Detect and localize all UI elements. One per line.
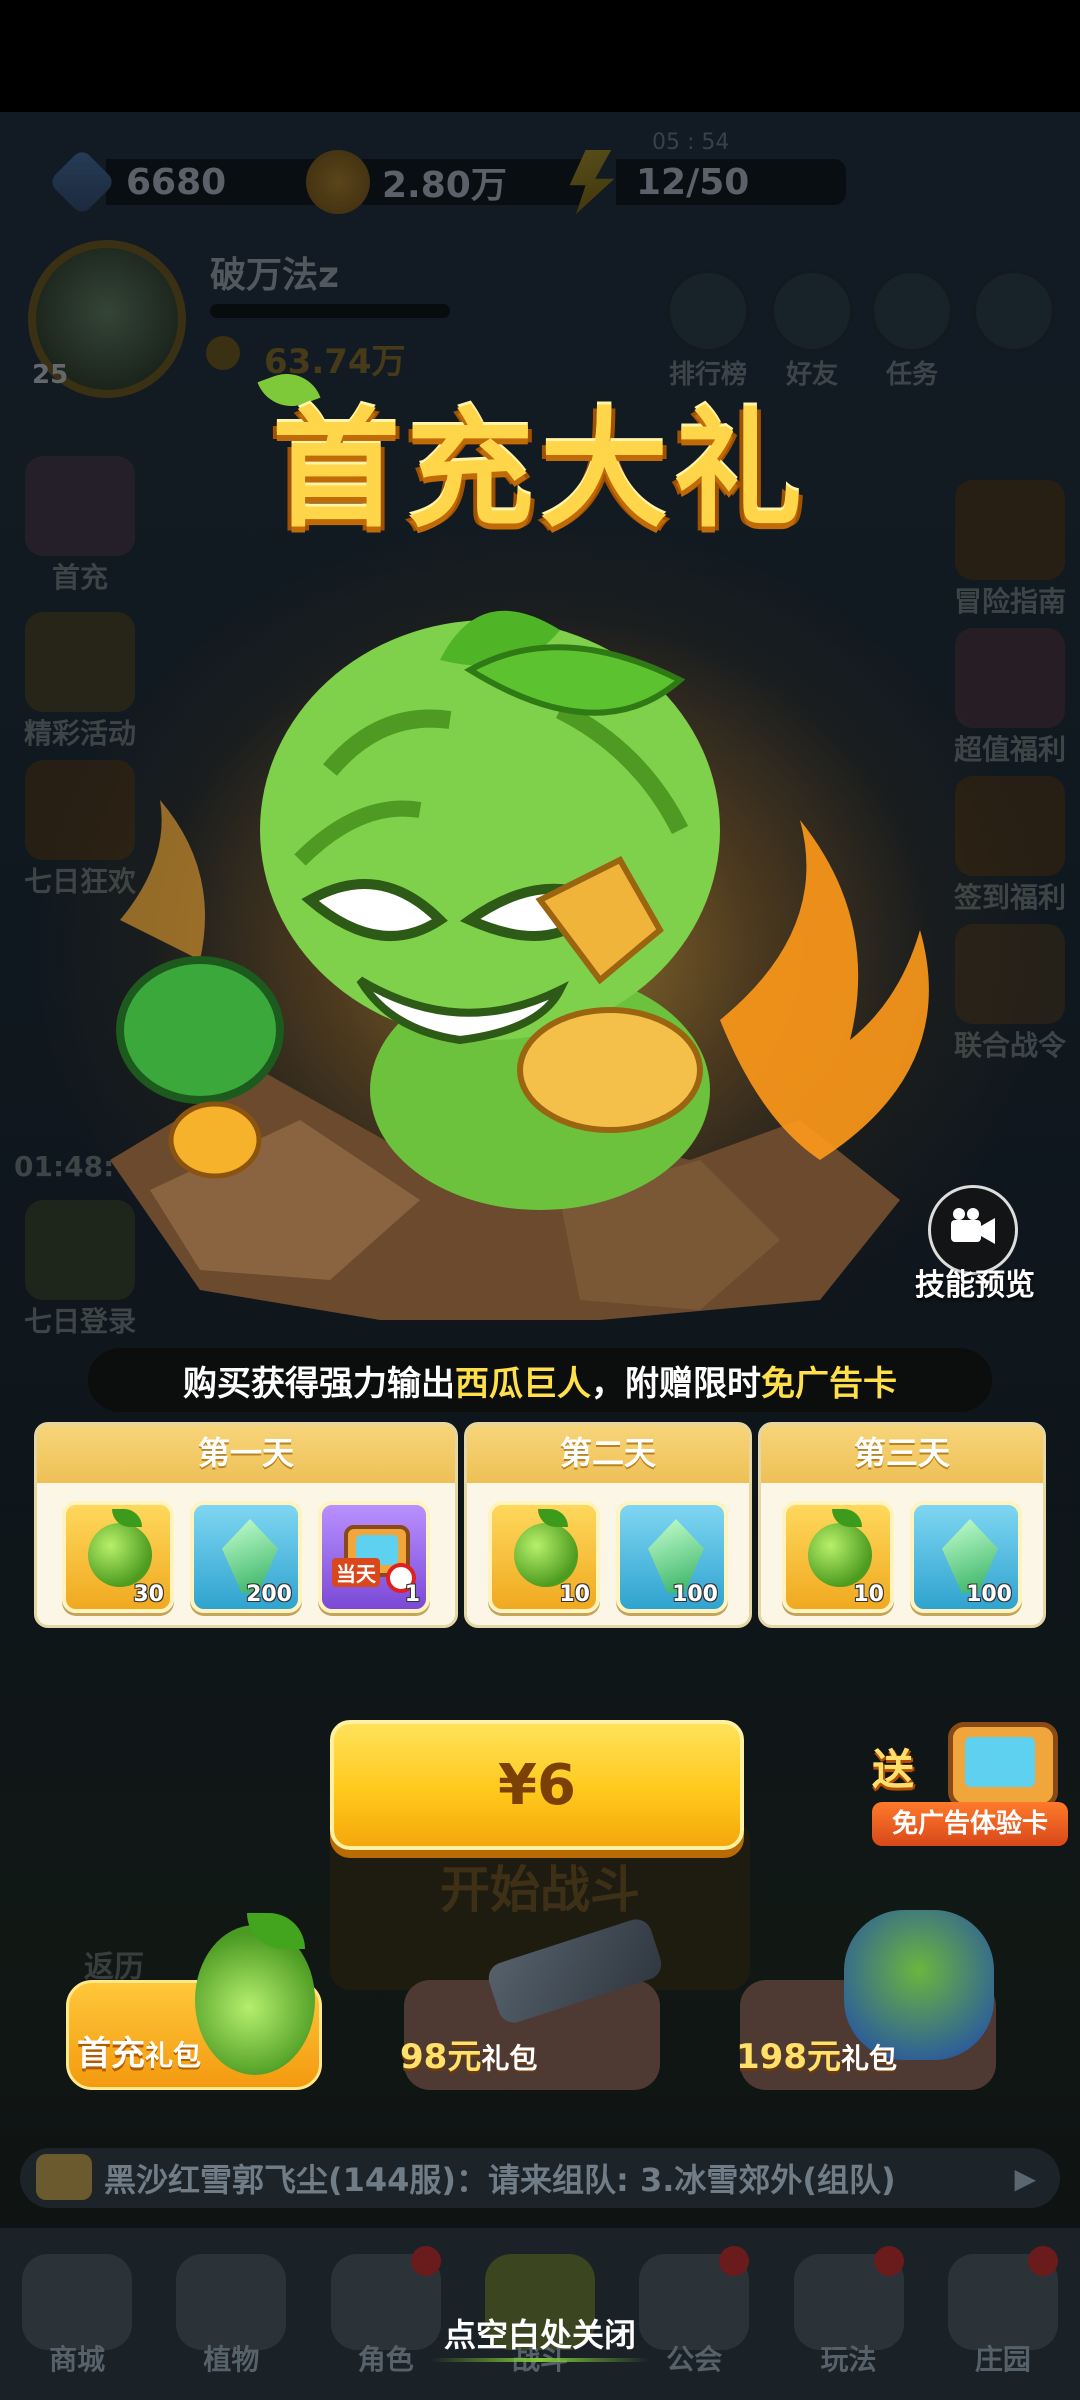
day-label: 第三天 <box>761 1425 1043 1483</box>
day-card-3: 第三天 10 100 <box>758 1422 1046 1628</box>
day-label: 第一天 <box>37 1425 455 1483</box>
skill-preview-label: 技能预览 <box>915 1268 1035 1303</box>
status-bar <box>0 0 1080 112</box>
watermelon-giant-hero-art <box>110 610 929 1320</box>
day-label: 第二天 <box>467 1425 749 1483</box>
reward-hero-shard[interactable]: 10 <box>488 1501 600 1613</box>
pack-98-button[interactable]: 98元礼包 <box>400 1915 666 2090</box>
hero-name-highlight: 西瓜巨人 <box>455 1363 591 1404</box>
reward-crystal[interactable]: 200 <box>190 1501 302 1613</box>
watermelon-giant-icon <box>514 1509 578 1587</box>
chat-message: 黑沙红雪郭飞尘(144服)：请来组队: 3.冰雪郊外(组队) <box>104 2161 896 2199</box>
notification-dot <box>873 2246 904 2276</box>
ad-free-trial-gift[interactable]: 送 免广告体验卡 <box>872 1722 1068 1846</box>
popup-title: 首充大礼 <box>271 396 808 545</box>
reward-ad-free-card[interactable]: 当天 1 <box>318 1501 430 1613</box>
notification-dot <box>410 2246 441 2276</box>
tv-icon <box>948 1722 1058 1808</box>
reward-hero-shard[interactable]: 10 <box>782 1501 894 1613</box>
notification-dot <box>1027 2246 1058 2276</box>
close-hint[interactable]: 点空白处关闭 <box>0 2310 1080 2362</box>
watermelon-hero-icon <box>195 1913 315 2075</box>
watermelon-giant-icon <box>88 1509 152 1587</box>
reward-description-banner: 购买获得强力输出 西瓜巨人 ，附赠限时 免广告卡 <box>88 1348 992 1412</box>
watermelon-giant-icon <box>808 1509 872 1587</box>
purchase-button[interactable]: ¥6 <box>330 1720 744 1850</box>
chevron-right-icon: ▶ <box>1014 2162 1036 2195</box>
video-camera-icon <box>951 1208 995 1244</box>
ad-free-card-highlight: 免广告卡 <box>761 1363 897 1404</box>
reward-hero-shard[interactable]: 30 <box>62 1501 174 1613</box>
day-card-1: 第一天 30 200 当天 1 <box>34 1422 458 1628</box>
reward-crystal[interactable]: 100 <box>616 1501 728 1613</box>
reward-crystal[interactable]: 100 <box>910 1501 1022 1613</box>
gift-card-label: 免广告体验卡 <box>872 1802 1068 1846</box>
first-recharge-pack-button[interactable]: 首充礼包 <box>66 1913 322 2090</box>
pack-198-button[interactable]: 198元礼包 <box>736 1910 996 2090</box>
world-chat-bar[interactable]: 黑沙红雪郭飞尘(144服)：请来组队: 3.冰雪郊外(组队) ▶ <box>20 2148 1060 2208</box>
gift-send-label: 送 <box>872 1745 915 1794</box>
chat-bubble-icon <box>36 2154 92 2200</box>
day-card-2: 第二天 10 100 <box>464 1422 752 1628</box>
